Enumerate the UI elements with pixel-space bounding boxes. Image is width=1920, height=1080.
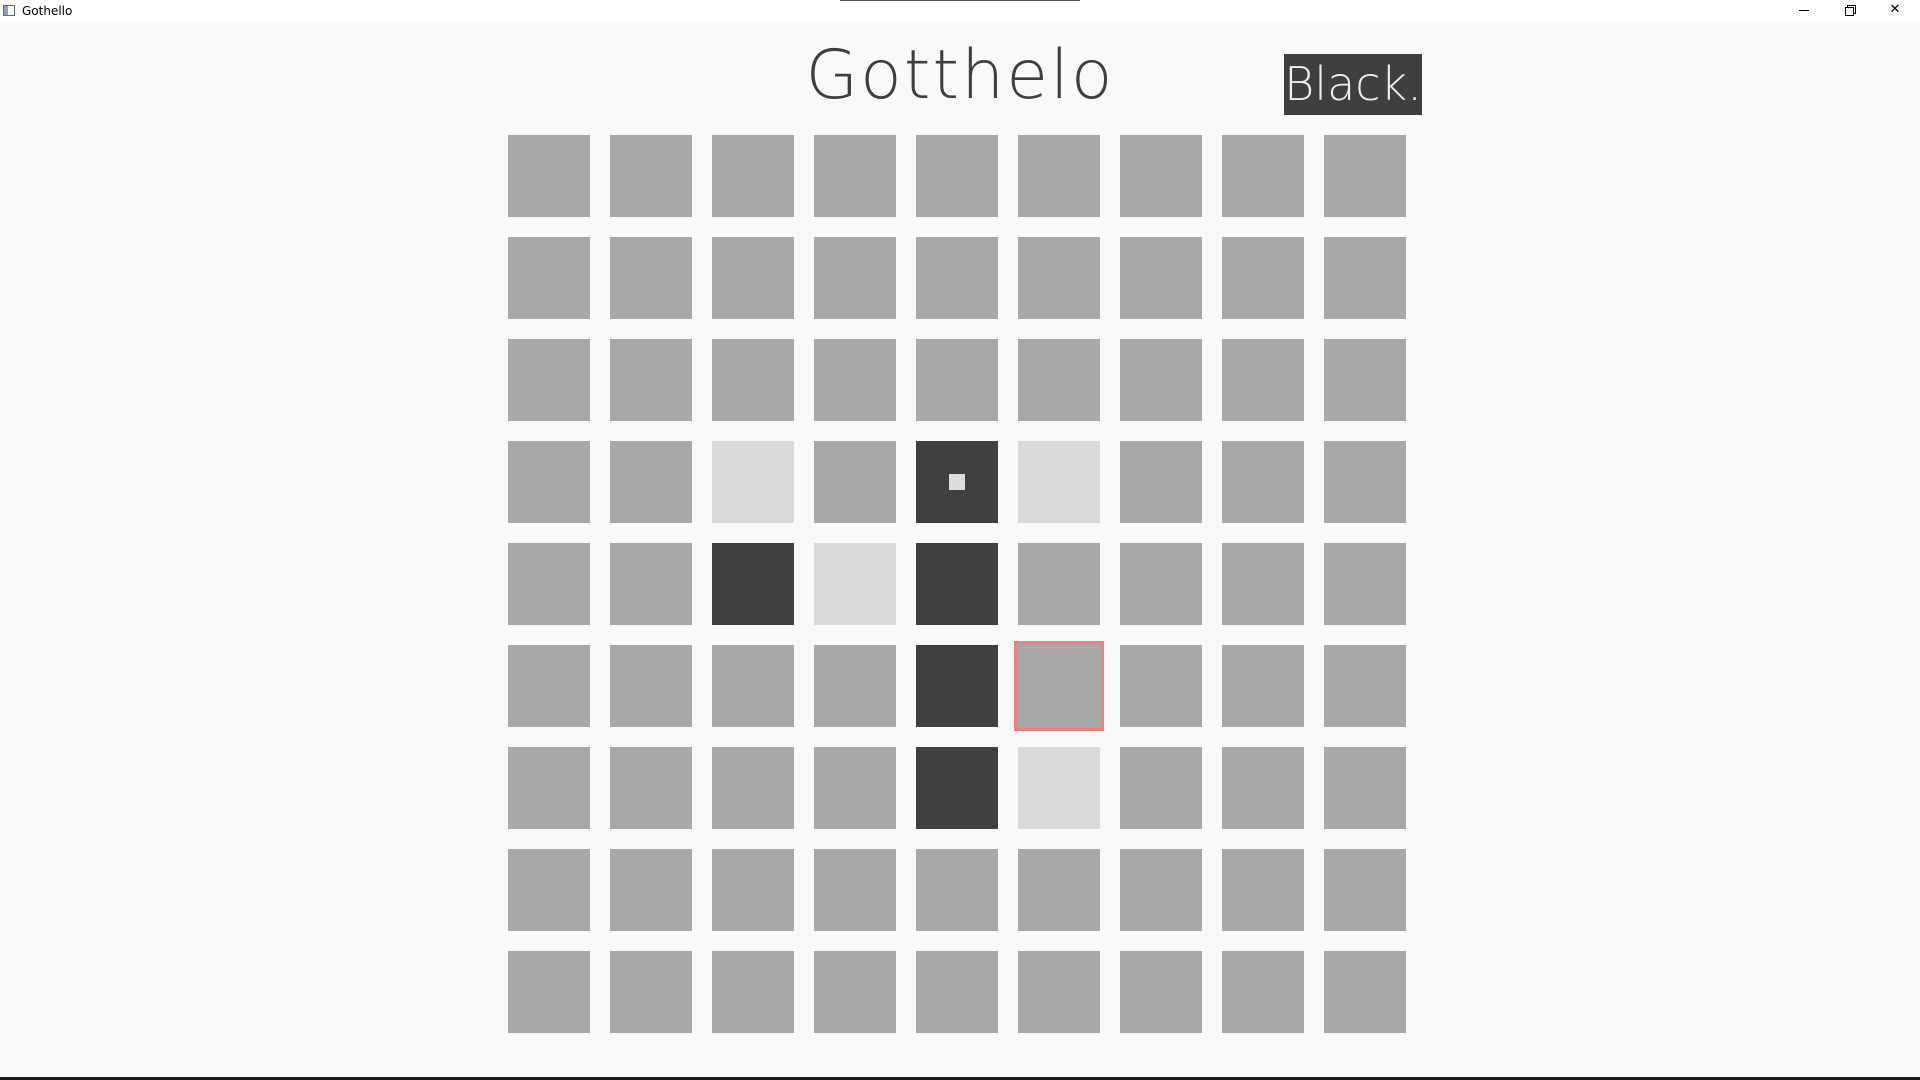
board-cell-r3-c8[interactable]	[1324, 441, 1406, 523]
board-cell-r4-c3[interactable]	[814, 543, 896, 625]
board-cell-r8-c2[interactable]	[712, 951, 794, 1033]
restore-icon-front	[1845, 7, 1854, 16]
board-cell-r7-c8[interactable]	[1324, 849, 1406, 931]
board-cell-r1-c5[interactable]	[1018, 237, 1100, 319]
board-cell-r5-c8[interactable]	[1324, 645, 1406, 727]
board-cell-r6-c3[interactable]	[814, 747, 896, 829]
board-cell-r8-c5[interactable]	[1018, 951, 1100, 1033]
board-cell-r7-c6[interactable]	[1120, 849, 1202, 931]
window-title: Gothello	[22, 4, 73, 18]
board-cell-r1-c6[interactable]	[1120, 237, 1202, 319]
board-cell-r7-c4[interactable]	[916, 849, 998, 931]
board-cell-r6-c0[interactable]	[508, 747, 590, 829]
board-cell-r7-c0[interactable]	[508, 849, 590, 931]
board-cell-r4-c2[interactable]	[712, 543, 794, 625]
board-cell-r3-c4[interactable]	[916, 441, 998, 523]
board-cell-r0-c0[interactable]	[508, 135, 590, 217]
window-titlebar: Gothello ✕	[0, 0, 1920, 22]
board-cell-r5-c7[interactable]	[1222, 645, 1304, 727]
board-cell-r5-c3[interactable]	[814, 645, 896, 727]
board-cell-r0-c7[interactable]	[1222, 135, 1304, 217]
last-move-marker	[949, 474, 965, 490]
board-cell-r7-c1[interactable]	[610, 849, 692, 931]
board-cell-r4-c5[interactable]	[1018, 543, 1100, 625]
board-cell-r0-c6[interactable]	[1120, 135, 1202, 217]
board-cell-r2-c7[interactable]	[1222, 339, 1304, 421]
board-cell-r4-c8[interactable]	[1324, 543, 1406, 625]
minimize-button[interactable]	[1781, 0, 1827, 22]
board-cell-r8-c6[interactable]	[1120, 951, 1202, 1033]
board-cell-r2-c1[interactable]	[610, 339, 692, 421]
board-cell-r3-c2[interactable]	[712, 441, 794, 523]
board-cell-r0-c1[interactable]	[610, 135, 692, 217]
titlebar-divider	[840, 0, 1080, 1]
board-cell-r2-c4[interactable]	[916, 339, 998, 421]
board-cell-r5-c2[interactable]	[712, 645, 794, 727]
board-cell-r1-c0[interactable]	[508, 237, 590, 319]
close-icon: ✕	[1889, 2, 1901, 17]
board-cell-r8-c7[interactable]	[1222, 951, 1304, 1033]
board-cell-r1-c3[interactable]	[814, 237, 896, 319]
board-cell-r1-c8[interactable]	[1324, 237, 1406, 319]
board-cell-r3-c5[interactable]	[1018, 441, 1100, 523]
board-cell-r3-c0[interactable]	[508, 441, 590, 523]
board-cell-r3-c7[interactable]	[1222, 441, 1304, 523]
restore-button[interactable]	[1826, 0, 1872, 22]
board-cell-r3-c1[interactable]	[610, 441, 692, 523]
board-cell-r8-c1[interactable]	[610, 951, 692, 1033]
game-board	[508, 135, 1406, 1033]
board-cell-r0-c5[interactable]	[1018, 135, 1100, 217]
board-cell-r5-c4[interactable]	[916, 645, 998, 727]
board-cell-r6-c8[interactable]	[1324, 747, 1406, 829]
board-cell-r1-c7[interactable]	[1222, 237, 1304, 319]
board-cell-r5-c0[interactable]	[508, 645, 590, 727]
board-cell-r8-c0[interactable]	[508, 951, 590, 1033]
board-cell-r4-c4[interactable]	[916, 543, 998, 625]
board-cell-r4-c1[interactable]	[610, 543, 692, 625]
board-cell-r4-c7[interactable]	[1222, 543, 1304, 625]
board-cell-r0-c4[interactable]	[916, 135, 998, 217]
board-cell-r8-c3[interactable]	[814, 951, 896, 1033]
board-cell-r8-c4[interactable]	[916, 951, 998, 1033]
board-cell-r6-c2[interactable]	[712, 747, 794, 829]
board-cell-r0-c8[interactable]	[1324, 135, 1406, 217]
board-cell-r5-c5[interactable]	[1014, 641, 1104, 731]
board-cell-r1-c4[interactable]	[916, 237, 998, 319]
board-cell-r6-c4[interactable]	[916, 747, 998, 829]
app-icon	[3, 5, 15, 16]
board-cell-r0-c3[interactable]	[814, 135, 896, 217]
board-cell-r2-c6[interactable]	[1120, 339, 1202, 421]
board-cell-r4-c6[interactable]	[1120, 543, 1202, 625]
board-cell-r1-c1[interactable]	[610, 237, 692, 319]
board-cell-r6-c6[interactable]	[1120, 747, 1202, 829]
minimize-icon	[1799, 10, 1809, 11]
board-cell-r1-c2[interactable]	[712, 237, 794, 319]
board-cell-r8-c8[interactable]	[1324, 951, 1406, 1033]
board-cell-r7-c7[interactable]	[1222, 849, 1304, 931]
board-cell-r3-c3[interactable]	[814, 441, 896, 523]
board-cell-r6-c5[interactable]	[1018, 747, 1100, 829]
board-cell-r6-c7[interactable]	[1222, 747, 1304, 829]
board-cell-r2-c3[interactable]	[814, 339, 896, 421]
board-cell-r2-c2[interactable]	[712, 339, 794, 421]
turn-indicator: Black.	[1284, 54, 1422, 115]
board-cell-r4-c0[interactable]	[508, 543, 590, 625]
close-button[interactable]: ✕	[1872, 0, 1918, 22]
board-cell-r7-c2[interactable]	[712, 849, 794, 931]
board-cell-r2-c8[interactable]	[1324, 339, 1406, 421]
board-cell-r7-c5[interactable]	[1018, 849, 1100, 931]
board-cell-r0-c2[interactable]	[712, 135, 794, 217]
board-cell-r2-c0[interactable]	[508, 339, 590, 421]
board-cell-r5-c6[interactable]	[1120, 645, 1202, 727]
board-cell-r2-c5[interactable]	[1018, 339, 1100, 421]
board-cell-r5-c1[interactable]	[610, 645, 692, 727]
board-cell-r7-c3[interactable]	[814, 849, 896, 931]
board-cell-r6-c1[interactable]	[610, 747, 692, 829]
game-title: Gotthelo	[805, 36, 1115, 115]
board-cell-r3-c6[interactable]	[1120, 441, 1202, 523]
